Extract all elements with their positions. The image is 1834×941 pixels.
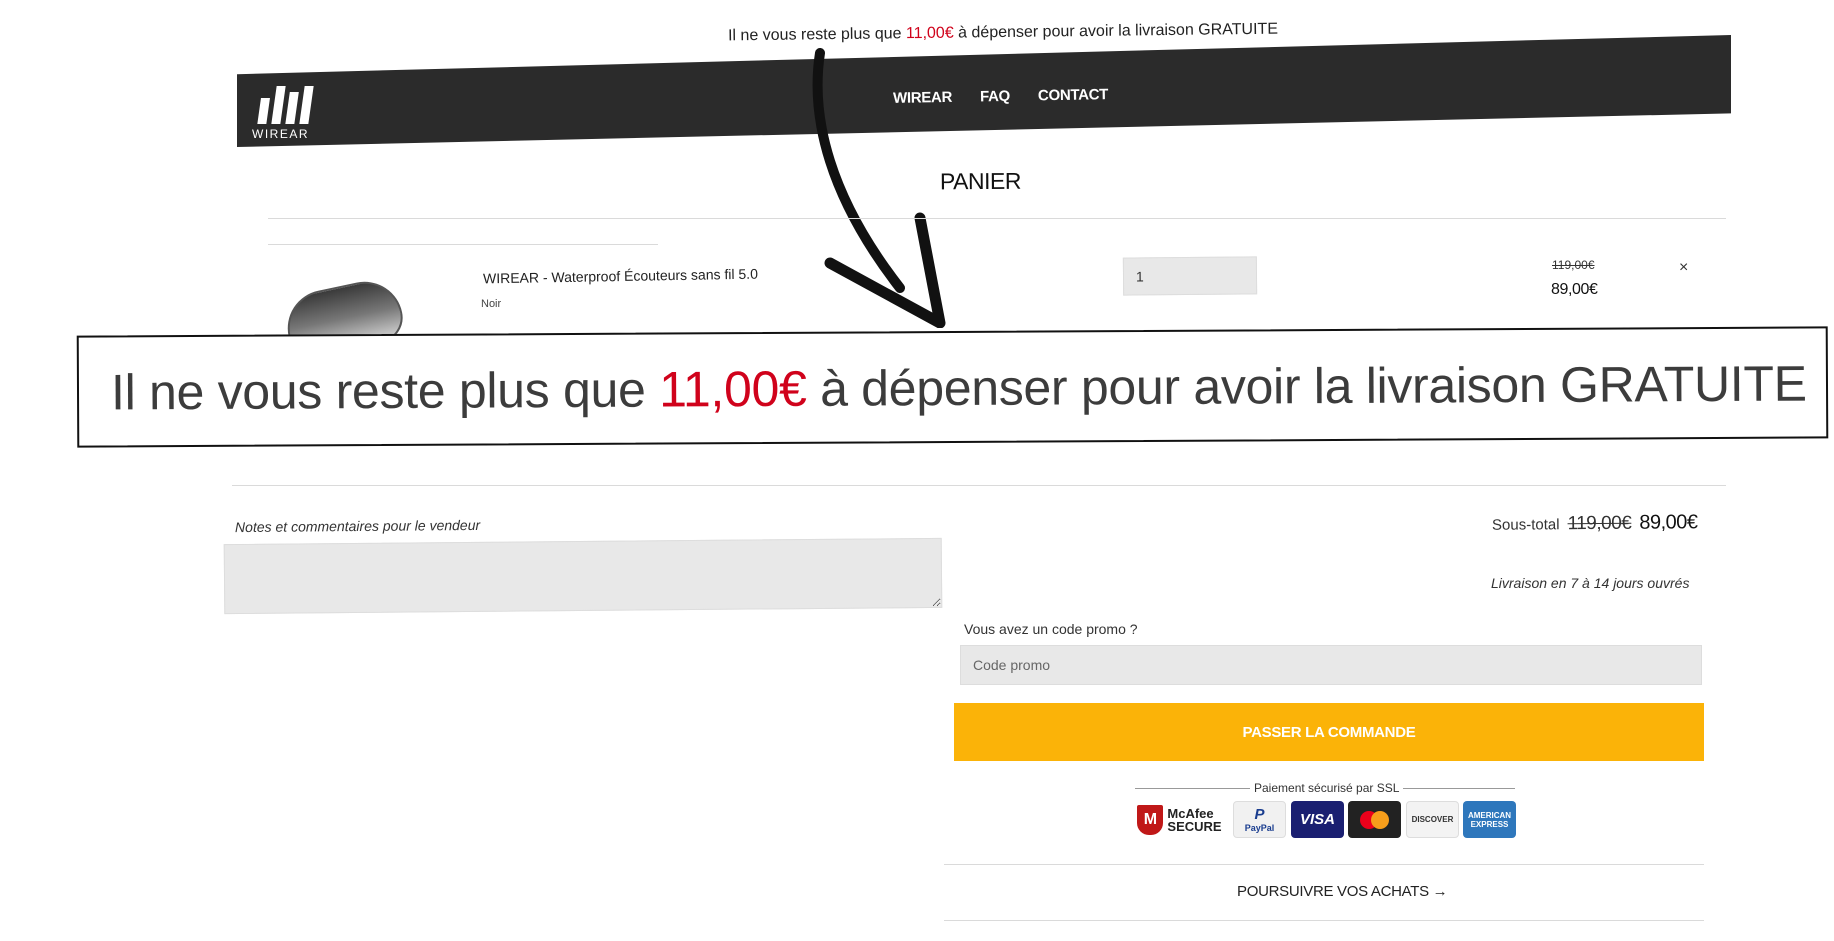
divider: [232, 485, 1726, 486]
free-shipping-banner: Il ne vous reste plus que 11,00€ à dépen…: [728, 21, 1278, 46]
subtotal-old-price: 119,00€: [1567, 512, 1632, 535]
divider: [268, 218, 1726, 219]
subtotal-price: 89,00€: [1639, 511, 1698, 534]
continue-shopping-link[interactable]: POURSUIVRE VOS ACHATS →: [1237, 883, 1448, 900]
product-price: 89,00€: [1551, 281, 1598, 298]
zoomed-amount: 11,00€: [658, 360, 807, 418]
checkout-button[interactable]: PASSER LA COMMANDE: [954, 703, 1704, 761]
nav-item-faq[interactable]: FAQ: [980, 88, 1010, 106]
amex-line-2: EXPRESS: [1470, 819, 1509, 829]
promo-label: Vous avez un code promo ?: [964, 621, 1138, 637]
free-shipping-amount: 11,00€: [905, 24, 954, 43]
quantity-input[interactable]: [1122, 256, 1258, 296]
divider: [944, 864, 1704, 865]
mcafee-line-2: SECURE: [1167, 818, 1222, 834]
product-old-price: 119,00€: [1552, 258, 1595, 272]
promo-code-input[interactable]: [960, 645, 1702, 685]
paypal-badge: P PayPal: [1233, 801, 1286, 838]
notes-textarea[interactable]: [223, 537, 943, 615]
zoomed-prefix: Il ne vous reste plus que: [110, 361, 646, 421]
annotation-arrow: [812, 48, 946, 328]
amex-badge: AMERICAN EXPRESS: [1463, 801, 1516, 838]
subtotal-label: Sous-total: [1491, 516, 1560, 534]
brand-logo[interactable]: WIREAR: [252, 86, 314, 141]
paypal-label: PayPal: [1244, 823, 1275, 833]
mcafee-shield-icon: M: [1137, 804, 1164, 835]
zoomed-shipping-text: Il ne vous reste plus que 11,00€ à dépen…: [111, 355, 1807, 422]
subtotal: Sous-total 119,00€ 89,00€: [1492, 511, 1698, 535]
amex-line-1: AMERICAN: [1467, 810, 1512, 820]
notes-label: Notes et commentaires pour le vendeur: [234, 516, 481, 536]
mcafee-secure-badge: M McAfee SECURE: [1132, 801, 1227, 838]
divider: [268, 244, 658, 245]
free-shipping-prefix: Il ne vous reste plus que: [727, 25, 902, 45]
free-shipping-suffix: à dépenser pour avoir la livraison GRATU…: [958, 20, 1279, 42]
product-name[interactable]: WIREAR - Waterproof Écouteurs sans fil 5…: [483, 266, 758, 287]
nav-item-contact[interactable]: CONTACT: [1038, 86, 1108, 104]
remove-item-button[interactable]: ×: [1679, 259, 1688, 277]
divider: [944, 920, 1704, 921]
zoomed-suffix: à dépenser pour avoir la livraison GRATU…: [819, 355, 1807, 417]
zoomed-shipping-callout: Il ne vous reste plus que 11,00€ à dépen…: [76, 326, 1829, 448]
paypal-icon: P: [1254, 806, 1265, 823]
product-variant: Noir: [481, 298, 502, 310]
amex-text: AMERICAN EXPRESS: [1468, 811, 1511, 829]
ssl-label: Paiement sécurisé par SSL: [1250, 781, 1404, 795]
discover-badge: DISCOVER: [1406, 801, 1459, 838]
mastercard-orange-circle-icon: [1371, 810, 1389, 829]
visa-badge: VISA: [1291, 801, 1344, 838]
brand-logo-icon: [257, 86, 314, 124]
mcafee-text: McAfee SECURE: [1167, 807, 1221, 833]
brand-name: WIREAR: [252, 127, 309, 141]
delivery-info: Livraison en 7 à 14 jours ouvrés: [1491, 575, 1690, 591]
page-title: PANIER: [939, 167, 1022, 195]
mastercard-badge: [1348, 801, 1401, 838]
